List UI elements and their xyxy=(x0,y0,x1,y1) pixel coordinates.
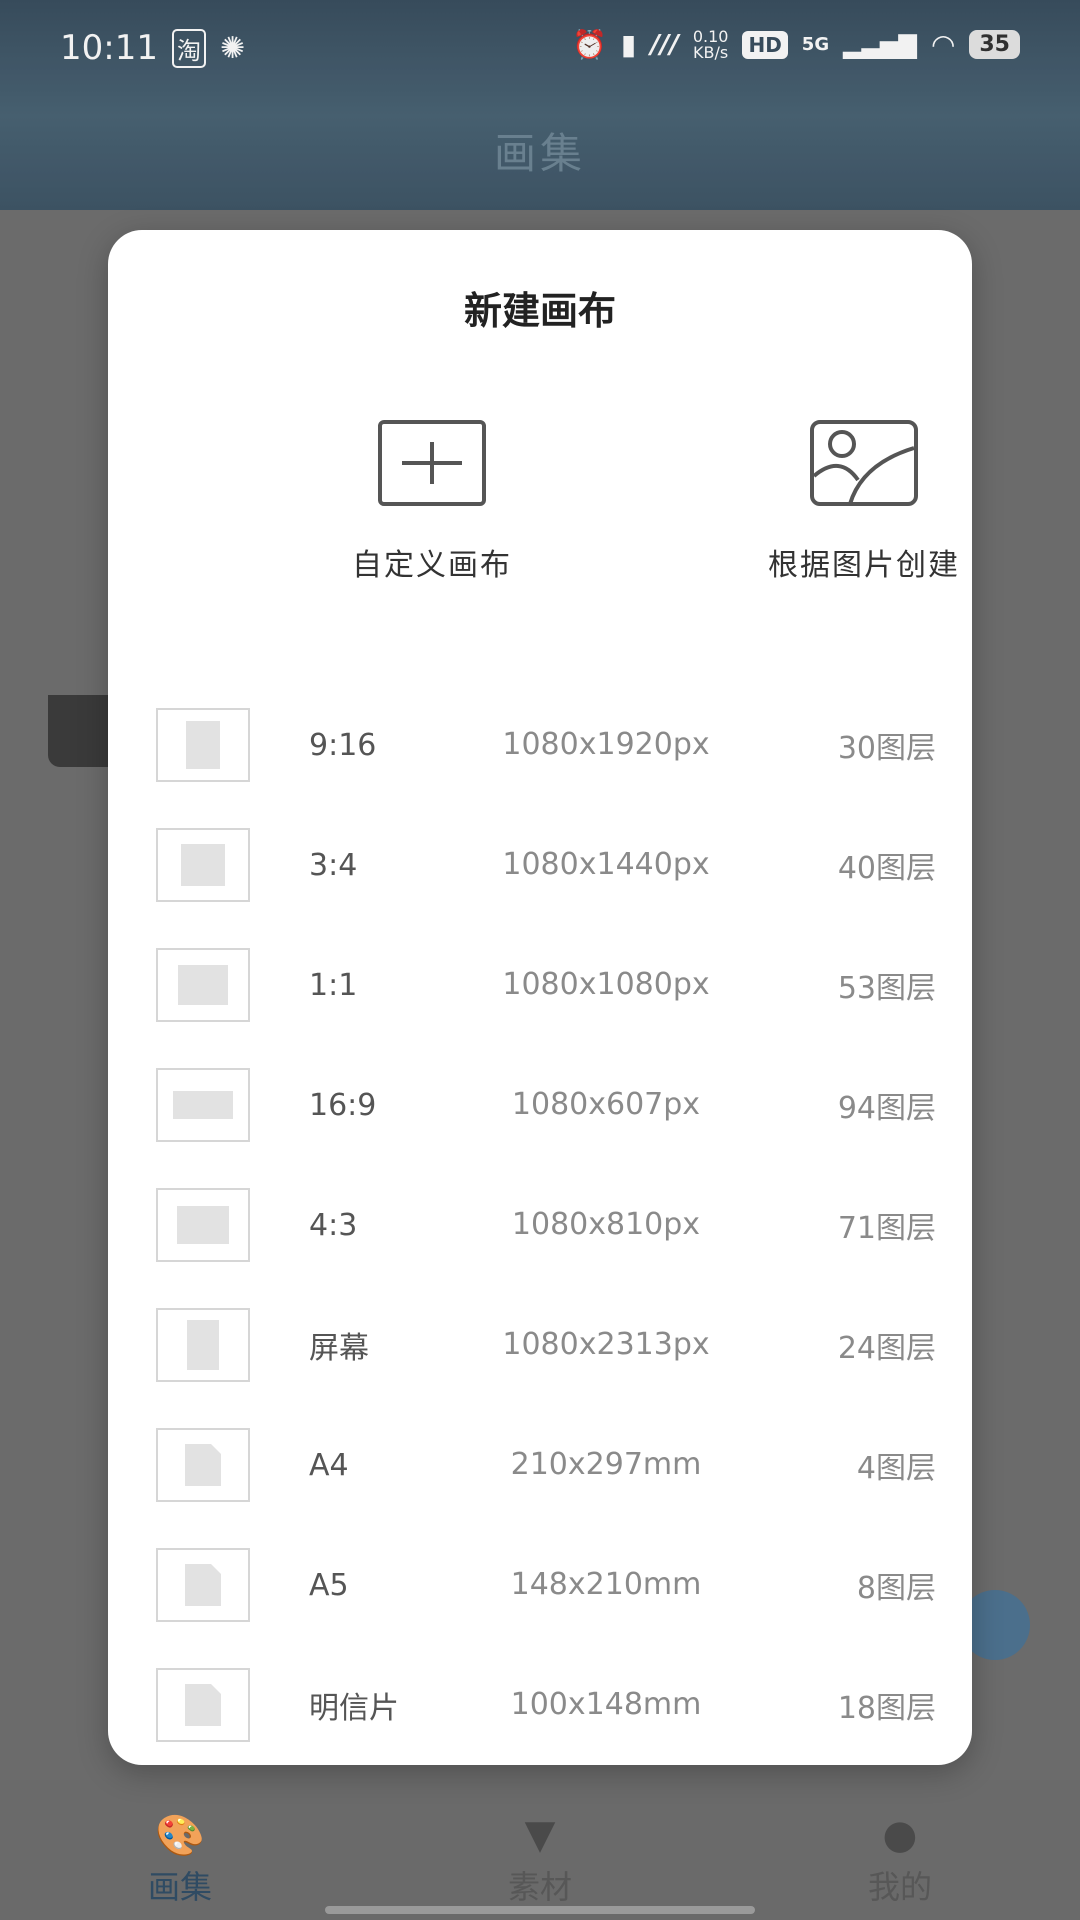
preset-ratio: 1:1 xyxy=(309,967,358,1003)
app-header: 10:11 淘 ✺ ⏰ ▮ /// 0.10 KB/s HD 5G ▂▃▅▇ ◠… xyxy=(0,0,1080,210)
preset-size: 1080x2313px xyxy=(502,1327,710,1362)
person-icon: ● xyxy=(882,1812,918,1858)
preset-row-16-9[interactable]: 16:9 1080x607px 94图层 xyxy=(156,1045,936,1165)
create-from-image-button[interactable]: 根据图片创建 xyxy=(694,420,1034,584)
preset-size: 1080x1440px xyxy=(502,847,710,882)
status-time: 10:11 xyxy=(60,28,158,68)
nav-item-mine[interactable]: ● 我的 xyxy=(820,1812,980,1908)
preset-thumbnail xyxy=(156,708,250,782)
status-bar: 10:11 淘 ✺ ⏰ ▮ /// 0.10 KB/s HD 5G ▂▃▅▇ ◠… xyxy=(0,0,1080,96)
preset-layers: 24图层 xyxy=(837,1331,936,1366)
nfc-icon: /// xyxy=(650,29,679,60)
signal-icon: ▂▃▅▇ xyxy=(843,30,917,59)
preset-ratio: 屏幕 xyxy=(309,1331,369,1366)
preset-list: 9:16 1080x1920px 30图层 3:4 1080x1440px 40… xyxy=(156,685,936,1765)
page-icon xyxy=(185,1564,221,1606)
preset-thumbnail xyxy=(156,1308,250,1382)
preset-thumbnail xyxy=(156,948,250,1022)
net-speed-unit: KB/s xyxy=(693,42,729,62)
status-right: ⏰ ▮ /// 0.10 KB/s HD 5G ▂▃▅▇ ◠ 35 xyxy=(572,28,1020,61)
preset-ratio: 4:3 xyxy=(309,1207,358,1243)
create-from-image-label: 根据图片创建 xyxy=(768,548,960,583)
wifi-icon: ◠ xyxy=(930,28,956,61)
preset-thumbnail xyxy=(156,828,250,902)
nav-label-gallery: 画集 xyxy=(147,1868,212,1906)
preset-row-1-1[interactable]: 1:1 1080x1080px 53图层 xyxy=(156,925,936,1045)
preset-row-a4[interactable]: A4 210x297mm 4图层 xyxy=(156,1405,936,1525)
preset-ratio: 16:9 xyxy=(309,1087,377,1123)
preset-thumbnail xyxy=(156,1188,250,1262)
image-icon xyxy=(810,420,918,506)
preset-size: 1080x1080px xyxy=(502,967,710,1002)
preset-row-postcard[interactable]: 明信片 100x148mm 18图层 xyxy=(156,1645,936,1765)
nav-label-materials: 素材 xyxy=(507,1868,572,1906)
palette-icon: 🎨 xyxy=(155,1813,205,1859)
nav-item-materials[interactable]: ▼ 素材 xyxy=(460,1812,620,1908)
preset-layers: 40图层 xyxy=(837,851,936,886)
preset-size: 210x297mm xyxy=(510,1447,702,1482)
nav-item-gallery[interactable]: 🎨 画集 xyxy=(100,1812,260,1908)
preset-layers: 53图层 xyxy=(837,971,936,1006)
preset-row-screen[interactable]: 屏幕 1080x2313px 24图层 xyxy=(156,1285,936,1405)
net-speed: 0.10 KB/s xyxy=(693,28,729,62)
preset-ratio: A4 xyxy=(309,1447,349,1483)
preset-layers: 18图层 xyxy=(837,1691,936,1726)
brush-icon: ▼ xyxy=(524,1812,556,1858)
app-title: 画集 xyxy=(493,129,586,178)
preset-thumbnail xyxy=(156,1668,250,1742)
preset-layers: 8图层 xyxy=(856,1571,936,1606)
preset-size: 148x210mm xyxy=(510,1567,702,1602)
preset-layers: 94图层 xyxy=(837,1091,936,1126)
home-indicator[interactable] xyxy=(325,1906,755,1914)
status-left: 10:11 淘 ✺ xyxy=(60,28,245,68)
custom-canvas-button[interactable]: 自定义画布 xyxy=(262,420,602,584)
preset-size: 1080x1920px xyxy=(502,727,710,762)
hd-badge: HD xyxy=(742,30,788,59)
battery-level: 35 xyxy=(969,30,1020,59)
vibrate-icon: ▮ xyxy=(620,28,637,61)
preset-ratio: 3:4 xyxy=(309,847,358,883)
custom-canvas-label: 自定义画布 xyxy=(352,548,512,583)
preset-size: 100x148mm xyxy=(510,1687,702,1722)
page-icon xyxy=(185,1444,221,1486)
preset-row-4-3[interactable]: 4:3 1080x810px 71图层 xyxy=(156,1165,936,1285)
network-type: 5G xyxy=(801,34,830,55)
preset-ratio: 9:16 xyxy=(309,727,377,763)
nav-label-mine: 我的 xyxy=(867,1868,932,1906)
preset-ratio: 明信片 xyxy=(309,1691,399,1726)
preset-layers: 30图层 xyxy=(837,731,936,766)
preset-thumbnail xyxy=(156,1548,250,1622)
preset-size: 1080x810px xyxy=(511,1207,701,1242)
dialog-title: 新建画布 xyxy=(463,289,616,333)
sync-icon: ✺ xyxy=(219,30,246,66)
preset-layers: 71图层 xyxy=(837,1211,936,1246)
taobao-icon: 淘 xyxy=(171,28,206,68)
preset-thumbnail xyxy=(156,1428,250,1502)
preset-row-a5[interactable]: A5 148x210mm 8图层 xyxy=(156,1525,936,1645)
preset-ratio: A5 xyxy=(309,1567,349,1603)
preset-size: 1080x607px xyxy=(511,1087,701,1122)
plus-square-icon xyxy=(378,420,486,506)
new-canvas-dialog: 新建画布 自定义画布 根据图片创建 9:16 1080x1920px 30图层 … xyxy=(108,230,972,1765)
alarm-icon: ⏰ xyxy=(572,28,607,61)
preset-row-9-16[interactable]: 9:16 1080x1920px 30图层 xyxy=(156,685,936,805)
preset-layers: 4图层 xyxy=(856,1451,936,1486)
preset-thumbnail xyxy=(156,1068,250,1142)
page-icon xyxy=(185,1684,221,1726)
preset-row-3-4[interactable]: 3:4 1080x1440px 40图层 xyxy=(156,805,936,925)
